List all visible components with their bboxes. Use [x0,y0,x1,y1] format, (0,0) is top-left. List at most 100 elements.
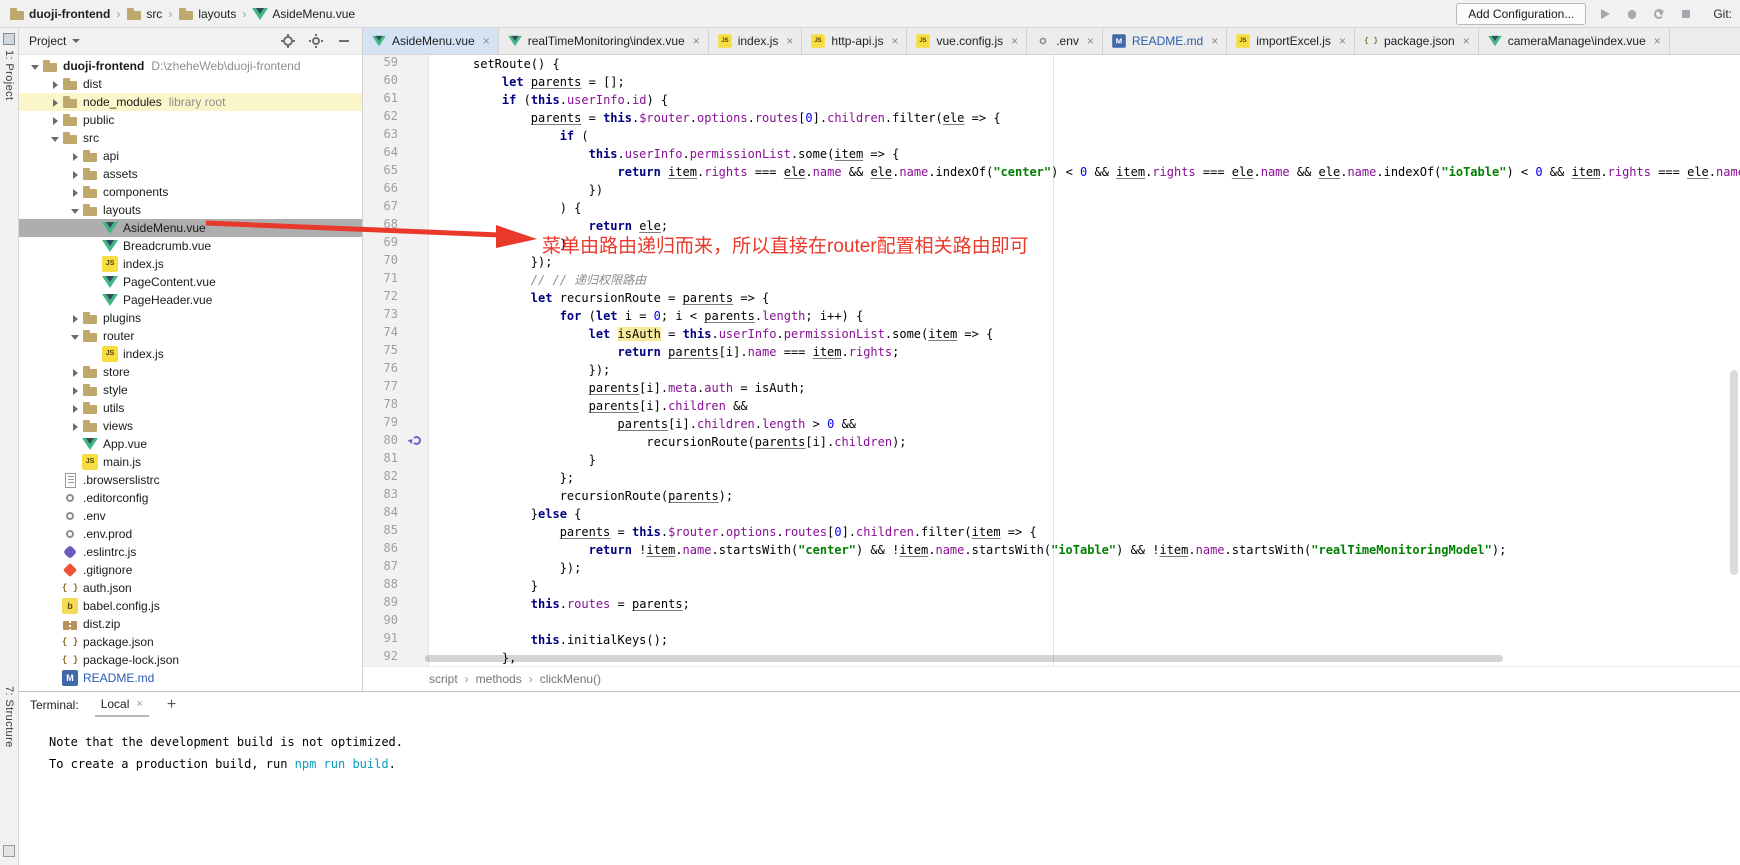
tree-item[interactable]: MREADME.md [19,669,362,687]
code-line[interactable]: parents[i].children.length > 0 && [429,415,1740,433]
chevron-closed-icon[interactable] [69,186,82,199]
chevron-open-icon[interactable] [69,204,82,217]
close-icon[interactable]: × [693,34,700,48]
close-icon[interactable]: × [1011,34,1018,48]
nav-item-layouts[interactable]: layouts [175,5,239,23]
horizontal-scrollbar[interactable] [425,655,1503,662]
code-line[interactable]: recursionRoute(parents[i].children); [429,433,1740,451]
code-line[interactable]: this.routes = parents; [429,595,1740,613]
code-line[interactable]: let parents = []; [429,73,1740,91]
tree-item[interactable]: Breadcrumb.vue [19,237,362,255]
tree-item[interactable]: src [19,129,362,147]
tree-item[interactable]: .browserslistrc [19,471,362,489]
code-line[interactable]: for (let i = 0; i < parents.length; i++)… [429,307,1740,325]
project-view-selector[interactable]: Project [29,34,80,48]
tree-item[interactable]: layouts [19,201,362,219]
debug-button[interactable] [1624,6,1640,22]
editor-tab[interactable]: JShttp-api.js× [802,28,907,54]
tree-item[interactable]: JSindex.js [19,345,362,363]
code-line[interactable]: parents = this.$router.options.routes[0]… [429,109,1740,127]
chevron-closed-icon[interactable] [49,114,62,127]
locate-file-icon[interactable] [280,33,296,49]
add-configuration-button[interactable]: Add Configuration... [1456,3,1586,25]
chevron-closed-icon[interactable] [69,384,82,397]
chevron-open-icon[interactable] [69,330,82,343]
tree-item[interactable]: assets [19,165,362,183]
nav-item-src[interactable]: src [123,5,165,23]
code-line[interactable]: // // 递归权限路由 [429,271,1740,289]
editor-tab[interactable]: MREADME.md× [1103,28,1227,54]
editor-tab[interactable]: cameraManage\index.vue× [1479,28,1670,54]
code-line[interactable]: let recursionRoute = parents => { [429,289,1740,307]
tree-item[interactable]: node_moduleslibrary root [19,93,362,111]
code-line[interactable]: } [429,577,1740,595]
tree-item[interactable]: .editorconfig [19,489,362,507]
toolwindow-switcher-icon[interactable] [3,845,15,857]
close-icon[interactable]: × [786,34,793,48]
chevron-open-icon[interactable] [49,132,62,145]
chevron-closed-icon[interactable] [69,168,82,181]
tree-item[interactable]: style [19,381,362,399]
editor-tab[interactable]: JSindex.js× [709,28,803,54]
tree-item[interactable]: utils [19,399,362,417]
tree-item[interactable]: { }package.json [19,633,362,651]
tree-item[interactable]: router [19,327,362,345]
code-line[interactable]: }); [429,559,1740,577]
code-line[interactable]: return item.rights === ele.name && ele.n… [429,163,1740,181]
editor-tab[interactable]: realTimeMonitoring\index.vue× [499,28,709,54]
tree-item[interactable]: bbabel.config.js [19,597,362,615]
breadcrumb-item[interactable]: methods [476,672,522,686]
tree-item[interactable]: App.vue [19,435,362,453]
code-line[interactable]: }); [429,361,1740,379]
recursive-call-icon[interactable] [412,436,421,445]
tree-item[interactable]: JSmain.js [19,453,362,471]
chevron-open-icon[interactable] [29,60,42,73]
code-line[interactable]: this.initialKeys(); [429,631,1740,649]
tree-item[interactable]: public [19,111,362,129]
code-line[interactable]: let isAuth = this.userInfo.permissionLis… [429,325,1740,343]
chevron-closed-icon[interactable] [49,96,62,109]
nav-item-asidemenu.vue[interactable]: AsideMenu.vue [249,5,358,23]
project-stripe-button[interactable]: 1: Project [0,33,18,100]
tree-item[interactable]: dist.zip [19,615,362,633]
chevron-closed-icon[interactable] [69,420,82,433]
close-icon[interactable]: × [1211,34,1218,48]
terminal-tab-local[interactable]: Local × [95,692,149,717]
code-line[interactable]: this.userInfo.permissionList.some(item =… [429,145,1740,163]
code-editor[interactable]: 5960616263646566676869707172737475767778… [363,55,1740,667]
code-line[interactable]: } [429,451,1740,469]
code-line[interactable]: ) { [429,199,1740,217]
close-icon[interactable]: × [483,34,490,48]
structure-stripe-button[interactable]: 7: Structure [0,686,18,748]
chevron-closed-icon[interactable] [49,78,62,91]
terminal-output[interactable]: Note that the development build is not o… [19,717,1740,775]
vertical-scrollbar[interactable] [1730,370,1738,575]
tree-item[interactable]: duoji-frontendD:\zheheWeb\duoji-frontend [19,57,362,75]
tree-item[interactable]: .env [19,507,362,525]
code-line[interactable]: setRoute() { [429,55,1740,73]
new-terminal-button[interactable]: + [167,696,176,714]
editor-tab[interactable]: .env× [1027,28,1103,54]
tree-item[interactable]: { }auth.json [19,579,362,597]
editor-tab[interactable]: { }package.json× [1355,28,1479,54]
tree-item[interactable]: views [19,417,362,435]
close-icon[interactable]: × [1463,34,1470,48]
settings-gear-icon[interactable] [308,33,324,49]
chevron-closed-icon[interactable] [69,366,82,379]
editor-tab[interactable]: AsideMenu.vue× [363,28,499,54]
hide-panel-icon[interactable] [336,33,352,49]
breadcrumb-item[interactable]: script [429,672,458,686]
tree-item[interactable]: .gitignore [19,561,362,579]
run-button[interactable] [1597,6,1613,22]
nav-item-duoji-frontend[interactable]: duoji-frontend [6,5,113,23]
code-line[interactable]: parents[i].meta.auth = isAuth; [429,379,1740,397]
tree-item[interactable]: PageHeader.vue [19,291,362,309]
close-icon[interactable]: × [1339,34,1346,48]
tree-item[interactable]: plugins [19,309,362,327]
sync-button[interactable] [1651,6,1667,22]
code-line[interactable]: if (this.userInfo.id) { [429,91,1740,109]
tree-item[interactable]: components [19,183,362,201]
code-line[interactable]: return !item.name.startsWith("center") &… [429,541,1740,559]
chevron-closed-icon[interactable] [69,312,82,325]
editor-tab[interactable]: JSvue.config.js× [907,28,1027,54]
